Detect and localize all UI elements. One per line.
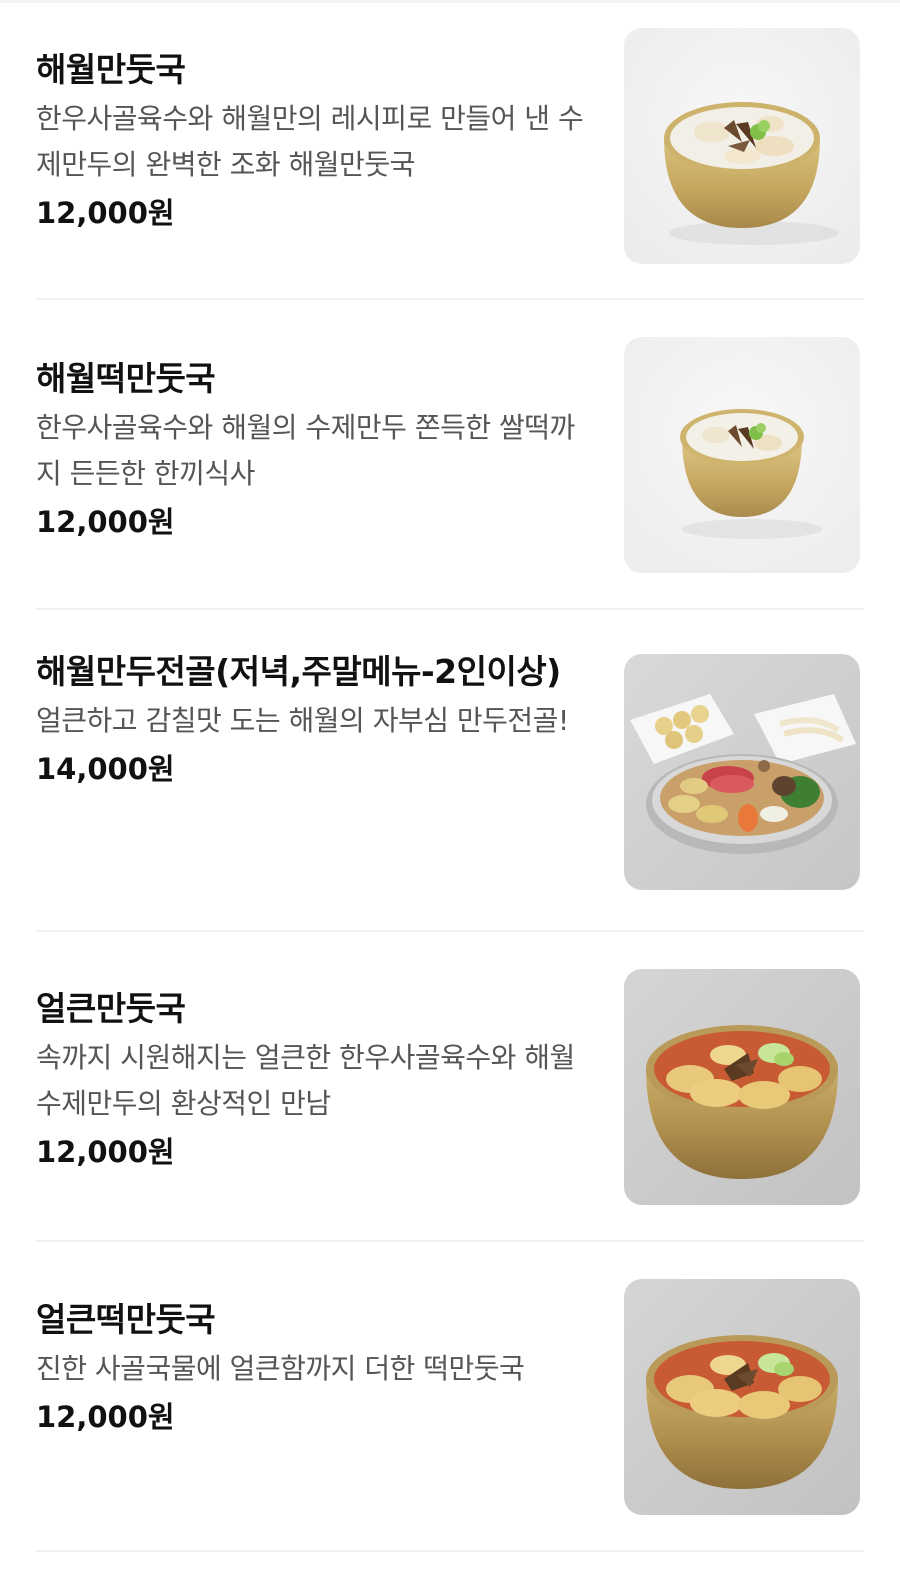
menu-item[interactable]: 해월만둣국 한우사골육수와 해월만의 레시피로 만들어 낸 수제만두의 완벽한 … [36, 28, 864, 268]
menu-divider [36, 930, 864, 932]
spicy-rice-cake-dumpling-soup-photo[interactable] [624, 1279, 860, 1515]
menu-item[interactable]: 해월떡만둣국 한우사골육수와 해월의 수제만두 쫀득한 쌀떡까지 든든한 한끼식… [36, 337, 864, 577]
menu-divider [36, 298, 864, 300]
menu-item-price: 12,000원 [36, 1135, 175, 1169]
menu-divider [36, 608, 864, 610]
menu-item-text: 해월만둣국 한우사골육수와 해월만의 레시피로 만들어 낸 수제만두의 완벽한 … [36, 46, 596, 236]
dumpling-soup-photo[interactable] [624, 28, 860, 264]
menu-item-text: 얼큰떡만둣국 진한 사골국물에 얼큰함까지 더한 떡만둣국 12,000원 [36, 1296, 596, 1440]
menu-item-text: 해월떡만둣국 한우사골육수와 해월의 수제만두 쫀득한 쌀떡까지 든든한 한끼식… [36, 355, 596, 545]
menu-item-price: 12,000원 [36, 1400, 175, 1434]
menu-item[interactable]: 해월만두전골(저녁,주말메뉴-2인이상) 얼큰하고 감칠맛 도는 해월의 자부심… [36, 648, 864, 898]
menu-item[interactable]: 얼큰떡만둣국 진한 사골국물에 얼큰함까지 더한 떡만둣국 12,000원 [36, 1279, 864, 1518]
menu-item-price: 12,000원 [36, 196, 175, 230]
menu-item-text: 얼큰만둣국 속까지 시원해지는 얼큰한 한우사골육수와 해월수제만두의 환상적인… [36, 985, 596, 1175]
spicy-dumpling-soup-photo[interactable] [624, 969, 860, 1205]
menu-item-name: 얼큰만둣국 [36, 989, 186, 1028]
menu-item[interactable]: 얼큰만둣국 속까지 시원해지는 얼큰한 한우사골육수와 해월수제만두의 환상적인… [36, 969, 864, 1207]
dumpling-hotpot-photo[interactable] [624, 654, 860, 890]
menu-item-text: 해월만두전골(저녁,주말메뉴-2인이상) 얼큰하고 감칠맛 도는 해월의 자부심… [36, 648, 596, 792]
menu-item-name: 해월만둣국 [36, 50, 186, 89]
rice-cake-dumpling-soup-photo[interactable] [624, 337, 860, 573]
menu-item-description: 한우사골육수와 해월만의 레시피로 만들어 낸 수제만두의 완벽한 조화 해월만… [36, 102, 584, 181]
menu-divider [36, 1240, 864, 1242]
menu-item-description: 속까지 시원해지는 얼큰한 한우사골육수와 해월수제만두의 환상적인 만남 [36, 1041, 575, 1120]
menu-item-price: 14,000원 [36, 752, 175, 786]
menu-item-name: 해월만두전골(저녁,주말메뉴-2인이상) [36, 652, 561, 691]
top-divider [0, 0, 900, 3]
menu-item-name: 해월떡만둣국 [36, 359, 216, 398]
menu-item-description: 진한 사골국물에 얼큰함까지 더한 떡만둣국 [36, 1352, 525, 1385]
menu-item-description: 얼큰하고 감칠맛 도는 해월의 자부심 만두전골! [36, 704, 569, 737]
menu-divider [36, 1550, 864, 1552]
menu-item-description: 한우사골육수와 해월의 수제만두 쫀득한 쌀떡까지 든든한 한끼식사 [36, 411, 575, 490]
menu-item-name: 얼큰떡만둣국 [36, 1300, 216, 1339]
menu-item-price: 12,000원 [36, 505, 175, 539]
